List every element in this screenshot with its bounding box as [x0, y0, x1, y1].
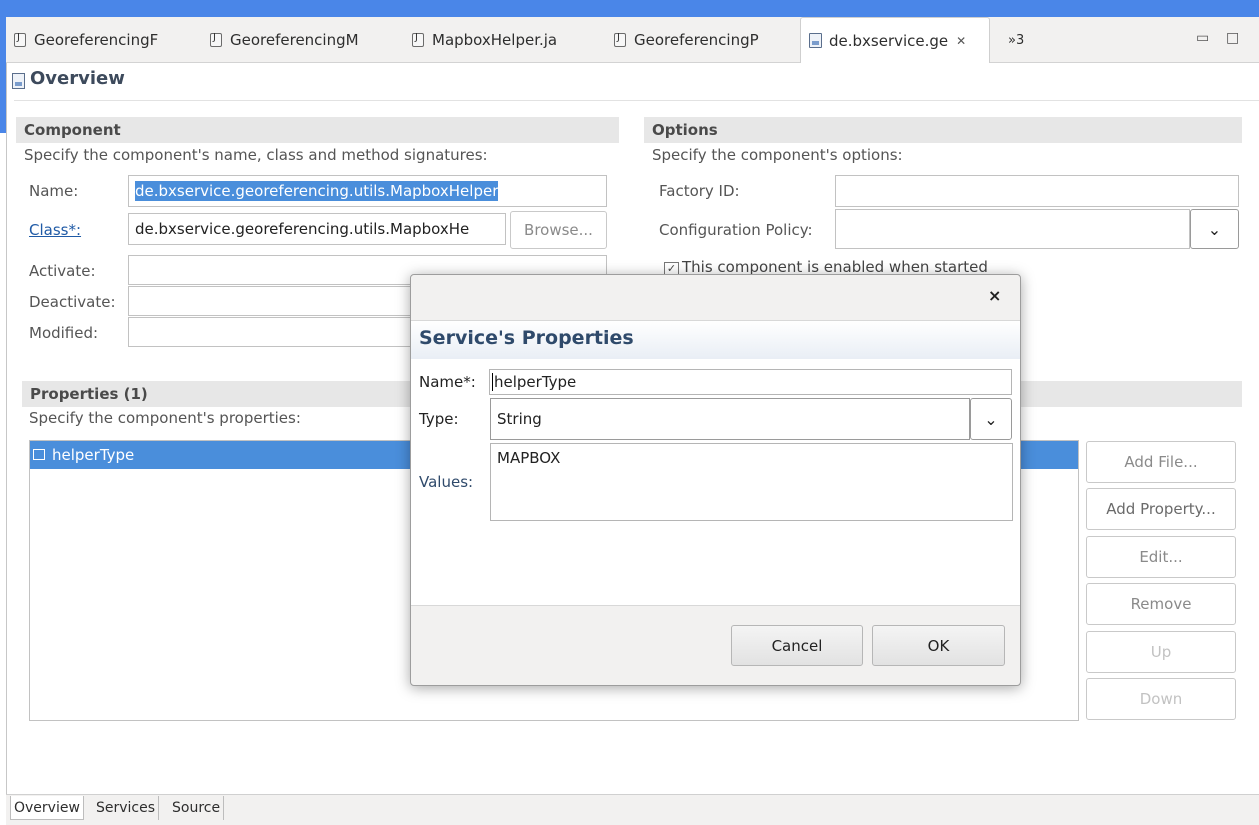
factory-id-label: Factory ID: [659, 182, 740, 200]
edit-button[interactable]: Edit... [1086, 536, 1236, 578]
tab-label: GeoreferencingF [34, 31, 159, 49]
header-divider [14, 100, 1259, 101]
window-top-accent [0, 0, 1259, 17]
maximize-icon[interactable]: □ [1226, 30, 1239, 46]
tab-services[interactable]: Services [93, 796, 160, 820]
tab-georeferencing-m[interactable]: GeoreferencingM [210, 17, 359, 63]
dialog-heading: Service's Properties [419, 327, 634, 349]
tab-label: GeoreferencingM [230, 31, 359, 49]
property-icon [33, 449, 45, 460]
overview-page-icon [12, 73, 25, 89]
modified-label: Modified: [29, 324, 99, 342]
java-file-icon [14, 32, 26, 47]
component-description: Specify the component's name, class and … [24, 146, 488, 164]
configuration-policy-label: Configuration Policy: [659, 221, 813, 239]
chevron-down-icon[interactable]: ⌄ [970, 398, 1012, 440]
tab-georeferencing-f[interactable]: GeoreferencingF [14, 17, 158, 63]
java-file-icon [210, 32, 222, 47]
close-icon[interactable]: × [988, 286, 1001, 305]
properties-description: Specify the component's properties: [29, 409, 301, 427]
dialog-footer-divider [411, 605, 1020, 606]
ok-button[interactable]: OK [872, 625, 1005, 666]
java-file-icon [412, 32, 424, 47]
factory-id-field[interactable] [835, 175, 1239, 207]
manifest-file-icon [809, 33, 822, 48]
configuration-policy-select[interactable] [835, 209, 1190, 249]
tab-component-xml[interactable]: de.bxservice.ge ✕ [800, 17, 990, 63]
remove-button[interactable]: Remove [1086, 583, 1236, 625]
tab-label: de.bxservice.ge [829, 31, 949, 50]
options-description: Specify the component's options: [652, 146, 903, 164]
cancel-button[interactable]: Cancel [731, 625, 863, 666]
name-field-value: de.bxservice.georeferencing.utils.Mapbox… [135, 181, 499, 201]
tab-overview[interactable]: Overview [10, 796, 84, 820]
minimize-icon[interactable]: ▭ [1196, 30, 1209, 46]
property-type-label: Type: [419, 410, 459, 428]
up-button[interactable]: Up [1086, 631, 1236, 673]
add-file-button[interactable]: Add File... [1086, 441, 1236, 483]
class-field[interactable]: de.bxservice.georeferencing.utils.Mapbox… [128, 213, 506, 245]
property-name-label: Name*: [419, 373, 476, 391]
property-values-textarea[interactable]: MAPBOX [490, 443, 1013, 521]
tab-mapbox-helper[interactable]: MapboxHelper.ja [412, 17, 557, 63]
add-property-button[interactable]: Add Property... [1086, 488, 1236, 530]
down-button[interactable]: Down [1086, 678, 1236, 720]
deactivate-label: Deactivate: [29, 293, 116, 311]
dialog-titlebar [411, 275, 1020, 321]
chevron-down-icon[interactable]: ⌄ [1190, 209, 1239, 249]
class-link[interactable]: Class*: [29, 221, 81, 239]
close-tab-icon[interactable]: ✕ [956, 34, 966, 48]
options-section-title: Options [644, 117, 1242, 143]
component-section-title: Component [16, 117, 619, 143]
property-name-field[interactable]: helperType [489, 369, 1012, 395]
browse-button[interactable]: Browse... [510, 211, 607, 249]
property-values-label: Values: [419, 473, 474, 491]
tab-overflow-button[interactable]: »3 [1008, 17, 1024, 63]
name-field[interactable]: de.bxservice.georeferencing.utils.Mapbox… [128, 175, 607, 207]
name-label: Name: [29, 182, 79, 200]
tab-georeferencing-p[interactable]: GeoreferencingP [614, 17, 759, 63]
property-type-select[interactable]: String [490, 398, 970, 440]
page-title: Overview [30, 68, 125, 89]
activate-label: Activate: [29, 262, 96, 280]
java-file-icon [614, 32, 626, 47]
tab-label: GeoreferencingP [634, 31, 759, 49]
tab-label: MapboxHelper.ja [432, 31, 558, 49]
tab-source[interactable]: Source [169, 796, 225, 820]
